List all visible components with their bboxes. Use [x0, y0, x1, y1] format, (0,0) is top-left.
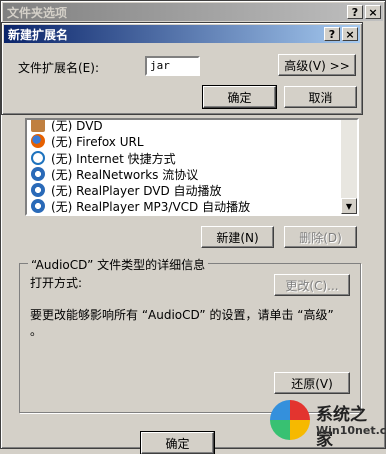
realplayer-icon [31, 183, 45, 197]
list-item[interactable]: (无) RealPlayer DVD 自动播放 [31, 182, 222, 198]
list-item-label: (无) DVD [51, 118, 103, 133]
dialog-cancel-button[interactable]: 取消 [284, 86, 357, 108]
list-item-label: (无) RealNetworks 流协议 [51, 167, 199, 182]
main-title: 文件夹选项 [7, 5, 68, 20]
advanced-advice-text: 要更改能够影响所有 “AudioCD” 的设置，请单击 “高级” [30, 308, 334, 322]
file-types-list[interactable]: (无) DVD (无) Firefox URL (无) Internet 快捷方… [25, 118, 359, 216]
watermark: 系统之家 Win10net.com [270, 398, 386, 450]
ok-button[interactable]: 确定 [140, 431, 215, 454]
open-with-label: 打开方式: [30, 276, 83, 290]
delete-button[interactable]: 删除(D) [284, 226, 357, 248]
list-item-label: (无) Internet 快捷方式 [51, 151, 176, 166]
advanced-advice-end: 。 [30, 324, 43, 338]
advanced-button[interactable]: 高级(V) >> [278, 54, 356, 76]
new-button[interactable]: 新建(N) [201, 226, 274, 248]
dialog-help-button[interactable]: ? [324, 27, 340, 41]
dialog-ok-button[interactable]: 确定 [202, 85, 277, 109]
scroll-down-button[interactable]: ▼ [341, 198, 357, 214]
extension-input[interactable]: jar [145, 56, 200, 76]
dialog-title: 新建扩展名 [8, 27, 69, 42]
new-extension-dialog: 新建扩展名 ? × 文件扩展名(E): jar 高级(V) >> 确定 取消 [1, 22, 363, 115]
dialog-titlebar: 新建扩展名 ? × [4, 25, 360, 43]
list-item-label: (无) Firefox URL [51, 134, 144, 149]
windows-logo-icon [270, 400, 310, 440]
list-item-label: (无) RealPlayer MP3/VCD 自动播放 [51, 199, 251, 214]
list-scrollbar[interactable]: ▼ [341, 120, 357, 214]
extension-label: 文件扩展名(E): [18, 61, 99, 75]
list-item-label: (无) RealPlayer DVD 自动播放 [51, 183, 222, 198]
list-item[interactable]: (无) RealNetworks 流协议 [31, 166, 198, 182]
restore-button[interactable]: 还原(V) [274, 372, 350, 394]
list-item[interactable]: (无) DVD [31, 118, 103, 133]
dialog-close-button[interactable]: × [342, 27, 358, 41]
main-titlebar: 文件夹选项 ? × [3, 3, 383, 21]
details-group: “AudioCD” 文件类型的详细信息 打开方式: 更改(C)... 要更改能够… [19, 256, 361, 413]
details-legend: “AudioCD” 文件类型的详细信息 [28, 256, 209, 273]
change-button[interactable]: 更改(C)... [274, 274, 350, 296]
main-close-button[interactable]: × [365, 5, 381, 19]
list-item[interactable]: (无) Internet 快捷方式 [31, 150, 176, 166]
watermark-url: Win10net.com [316, 424, 386, 437]
main-help-button[interactable]: ? [347, 5, 363, 19]
generic-file-icon [31, 120, 45, 132]
firefox-icon [31, 134, 45, 148]
list-item[interactable]: (无) RealPlayer MP3/VCD 自动播放 [31, 198, 250, 214]
realplayer-icon [31, 167, 45, 181]
realplayer-icon [31, 199, 45, 213]
list-item[interactable]: (无) Firefox URL [31, 133, 144, 149]
ie-icon [31, 151, 45, 165]
